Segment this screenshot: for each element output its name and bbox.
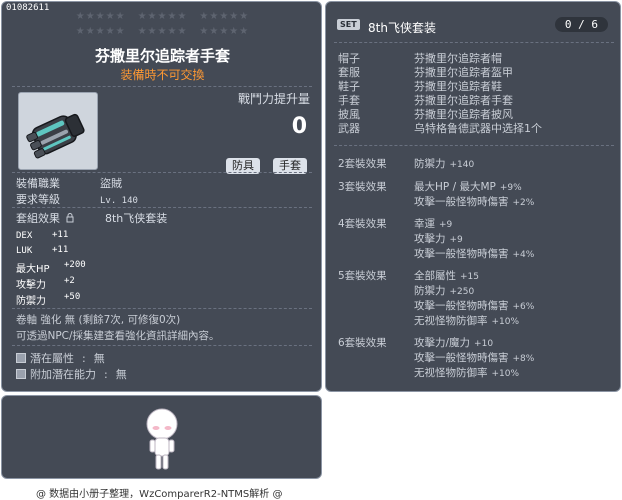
stat-max-hp: 最大HP +200 bbox=[16, 260, 86, 275]
set-effect-4-title: 4套裝效果 bbox=[338, 218, 387, 230]
divider bbox=[334, 145, 614, 146]
divider bbox=[12, 207, 312, 208]
character-avatar bbox=[146, 408, 178, 470]
set-effect-5-line: 防禦力 +250 bbox=[414, 285, 475, 297]
set-item-weapon: 武器 乌特格鲁德武器中选择1个 bbox=[338, 122, 542, 135]
footer-credit: @ 数据由小册子整理，WzComparerR2-NTMS解析 @ bbox=[36, 489, 283, 500]
set-effect-3-title: 3套裝效果 bbox=[338, 181, 387, 193]
set-effect-3-line: 最大HP / 最大MP +9% bbox=[414, 181, 522, 193]
set-effect-row: 套組效果 8th飞侠套装 bbox=[16, 210, 167, 226]
set-effect-6-line: 攻擊力/魔力 +10 bbox=[414, 337, 494, 349]
additional-potential-row: 附加潛在能力: 無 bbox=[16, 366, 127, 382]
divider bbox=[12, 86, 312, 87]
stat-luk: LUK +11 bbox=[16, 245, 69, 256]
item-tooltip-panel: 01082611 ★★★★★ ★★★★★ ★★★★★ ★★★★★ ★★★★★ ★★★★★… bbox=[1, 1, 322, 392]
set-tooltip-panel: SET 8th飞侠套装 0 / 6 帽子 芬撒里尔追踪者帽 套服 芬撒里尔追踪者盔甲… bbox=[325, 1, 621, 392]
potential-row: 潛在屬性: 無 bbox=[16, 350, 105, 366]
set-effect-label: 套組效果 bbox=[16, 212, 60, 225]
level-requirement-row: 要求等級 Lv. 140 bbox=[16, 191, 138, 207]
set-effect-5-line: 全部屬性 +15 bbox=[414, 270, 479, 282]
set-effect-5-line: 无视怪物防御率 +10% bbox=[414, 315, 520, 327]
star-rating-row-2: ★★★★★ ★★★★★ ★★★★★ bbox=[75, 26, 250, 37]
set-effect-2-line: 防禦力 +140 bbox=[414, 158, 475, 170]
power-increase-label: 戰鬥力提升量 bbox=[238, 92, 311, 106]
potential-icon bbox=[16, 353, 26, 363]
stat-defense: 防禦力 +50 bbox=[16, 292, 81, 307]
glove-icon bbox=[26, 113, 85, 159]
star-rating-row-1: ★★★★★ ★★★★★ ★★★★★ bbox=[75, 11, 250, 22]
divider bbox=[12, 172, 312, 173]
divider bbox=[12, 345, 312, 346]
scroll-enhance-info: 卷軸 強化 無 (剩餘7次, 可修復0次) bbox=[16, 314, 181, 326]
item-name: 芬撒里尔追踪者手套 bbox=[94, 47, 230, 65]
level-value: Lv. 140 bbox=[100, 196, 138, 206]
set-effect-6-line: 无视怪物防御率 +10% bbox=[414, 367, 520, 379]
lock-icon bbox=[66, 213, 73, 223]
set-effect-6-title: 6套裝效果 bbox=[338, 337, 387, 349]
job-label: 裝備職業 bbox=[16, 177, 60, 190]
additional-potential-icon bbox=[16, 369, 26, 379]
divider bbox=[334, 42, 614, 43]
set-effect-5-line: 攻擊一般怪物時傷害 +6% bbox=[414, 300, 535, 312]
enhance-hint: 可透過NPC/採集建查看強化資訊詳細內容。 bbox=[16, 330, 220, 342]
stat-dex: DEX +11 bbox=[16, 230, 69, 241]
set-count: 0 / 6 bbox=[554, 17, 608, 32]
divider bbox=[12, 308, 312, 309]
power-increase-value: 0 bbox=[291, 114, 307, 139]
set-effect-6-line: 攻擊一般怪物時傷害 +8% bbox=[414, 352, 535, 364]
set-effect-4-line: 攻擊力 +9 bbox=[414, 233, 463, 245]
avatar-preview-panel bbox=[1, 395, 322, 479]
set-effect-4-line: 幸運 +9 bbox=[414, 218, 453, 230]
set-effect-4-line: 攻擊一般怪物時傷害 +4% bbox=[414, 248, 535, 260]
set-effect-2-title: 2套裝效果 bbox=[338, 158, 387, 170]
set-badge: SET bbox=[337, 19, 360, 30]
set-effect-3-line: 攻擊一般怪物時傷害 +2% bbox=[414, 196, 535, 208]
set-title: 8th飞侠套装 bbox=[368, 21, 436, 35]
untradeable-notice: 装備時不可交換 bbox=[120, 68, 205, 82]
set-effect-5-title: 5套裝效果 bbox=[338, 270, 387, 282]
set-effect-name: 8th飞侠套装 bbox=[105, 212, 168, 225]
level-label: 要求等級 bbox=[16, 193, 60, 206]
stat-attack: 攻擊力 +2 bbox=[16, 276, 75, 291]
job-requirement-row: 裝備職業 盜賊 bbox=[16, 175, 122, 191]
job-value: 盜賊 bbox=[100, 177, 122, 190]
item-icon-frame bbox=[18, 92, 98, 170]
